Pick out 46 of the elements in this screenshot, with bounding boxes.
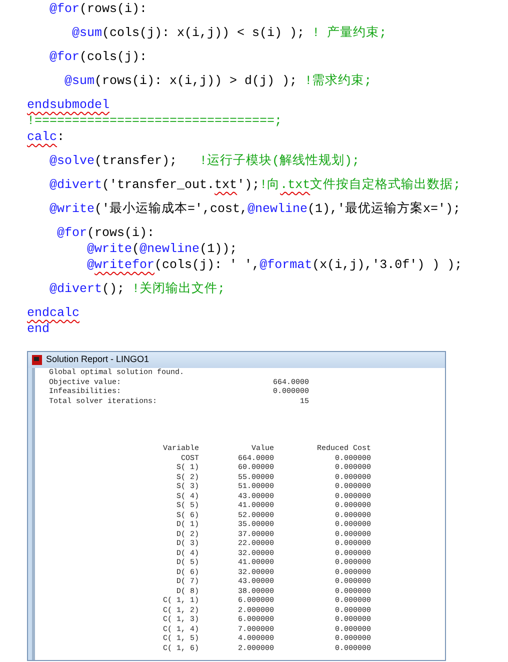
code-token: @format [260,258,312,272]
code-token: @divert [48,178,102,192]
code-token: @for [48,50,80,64]
window-title: Solution Report - LINGO1 [46,353,150,366]
code-token: (1)); [200,242,238,256]
code-comment: !运行子模块(解线性规划); [200,154,360,168]
code-token: (rows(i): [87,226,155,240]
code-token: endsubmodel [27,98,110,112]
code-token: @divert [48,282,102,296]
code-comment: !需求约束; [304,74,372,88]
code-token: ( [132,242,140,256]
code-token: endcalc [27,306,80,320]
code-token: @newline [248,202,308,216]
code-comment: 文件按自定格式输出数据; [310,178,461,192]
code-token: : [57,130,65,144]
code-comment: !关闭输出文件; [132,282,226,296]
code-token: @write [48,202,95,216]
code-comment: ! 产量约束; [312,26,387,40]
code-token: ('最小运输成本=',cost, [94,202,248,216]
code-comment: .txt [280,178,310,192]
code-token: @for [56,226,88,240]
code-token: writefor [94,258,155,272]
code-token: (cols(j): x(i,j)) < s(i) ); [102,26,306,40]
code-token: (rows(i): x(i,j)) > d(j) ); [94,74,298,88]
code-token: (cols(j): ' ', [154,258,260,272]
code-token: end [27,322,50,336]
code-token: (x(i,j),'3.0f') ) ); [312,258,462,272]
code-token: @sum [64,74,95,88]
code-token: @ [86,258,95,272]
app-icon [32,355,42,365]
code-token: calc [27,130,58,144]
code-token: (1),'最优运输方案x='); [308,202,461,216]
code-token: @solve [48,154,95,168]
code-token: (transfer); [94,154,178,168]
code-comment: !向 [260,178,280,192]
code-token: @write [86,242,132,256]
code-token: (); [102,282,126,296]
code-token: @for [48,2,80,16]
code-token: ('transfer_out. [102,178,215,192]
code-token: @sum [71,26,102,40]
code-token: txt [214,178,238,192]
code-token: @newline [140,242,200,256]
code-comment: !================================; [27,114,282,128]
code-token: '); [237,178,260,192]
code-token: (rows(i): [80,2,148,16]
code-token: (cols(j): [80,50,148,64]
